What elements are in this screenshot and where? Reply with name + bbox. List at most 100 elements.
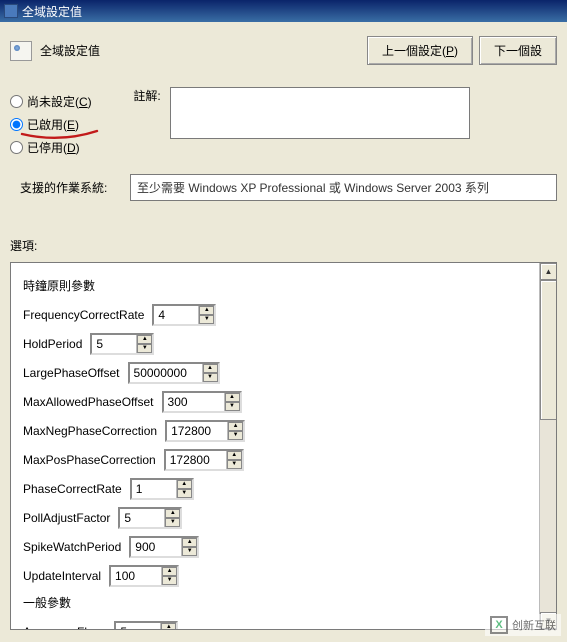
titlebar: 全域設定值: [0, 0, 567, 22]
spin-up-button[interactable]: ▲: [227, 451, 242, 460]
spinner-input[interactable]: [130, 364, 202, 382]
spinner-buttons: ▲▼: [224, 393, 240, 411]
spinner-maxnegphasecorrection: ▲▼: [165, 420, 245, 442]
param-row: PollAdjustFactor▲▼: [23, 507, 544, 529]
prev-setting-button[interactable]: 上一個設定(P): [367, 36, 473, 65]
spinner-buttons: ▲▼: [161, 567, 177, 585]
spinner-input[interactable]: [164, 393, 224, 411]
param-row: LargePhaseOffset▲▼: [23, 362, 544, 384]
spinner-buttons: ▲▼: [136, 335, 152, 353]
spinner-input[interactable]: [116, 623, 160, 629]
options-panel: 時鐘原則參數 FrequencyCorrectRate▲▼HoldPeriod▲…: [10, 262, 557, 630]
param-row: PhaseCorrectRate ▲▼: [23, 478, 544, 500]
next-setting-button[interactable]: 下一個設: [479, 36, 557, 65]
comment-textarea[interactable]: [170, 87, 470, 139]
param-label: PhaseCorrectRate: [23, 482, 122, 496]
spin-down-button[interactable]: ▼: [227, 460, 242, 469]
spin-up-button[interactable]: ▲: [199, 306, 214, 315]
spinner-input[interactable]: [132, 480, 176, 498]
spinner-polladjustfactor: ▲▼: [118, 507, 182, 529]
header-buttons: 上一個設定(P) 下一個設: [367, 36, 557, 65]
spinner-holdperiod: ▲▼: [90, 333, 154, 355]
param-row: FrequencyCorrectRate ▲▼: [23, 304, 544, 326]
radio-enabled-row: 已啟用(E): [10, 116, 120, 133]
spinner-updateinterval: ▲▼: [109, 565, 179, 587]
spinner-input[interactable]: [111, 567, 161, 585]
scroll-up-button[interactable]: ▲: [540, 263, 557, 280]
spinner-input[interactable]: [92, 335, 136, 353]
spin-up-button[interactable]: ▲: [165, 509, 180, 518]
spin-down-button[interactable]: ▼: [225, 402, 240, 411]
param-label: MaxPosPhaseCorrection: [23, 453, 156, 467]
spin-down-button[interactable]: ▼: [177, 489, 192, 498]
spin-up-button[interactable]: ▲: [228, 422, 243, 431]
radio-disabled-row: 已停用(D): [10, 139, 120, 156]
spinner-buttons: ▲▼: [160, 623, 176, 629]
prev-accel: P: [446, 44, 454, 58]
spin-down-button[interactable]: ▼: [199, 315, 214, 324]
settings-icon: [10, 41, 32, 61]
param-label: UpdateInterval: [23, 569, 101, 583]
spin-down-button[interactable]: ▼: [203, 373, 218, 382]
spinner-largephaseoffset: ▲▼: [128, 362, 220, 384]
spinner-buttons: ▲▼: [181, 538, 197, 556]
spinner-input[interactable]: [131, 538, 181, 556]
radio-disabled-label[interactable]: 已停用(D): [27, 139, 80, 156]
radio-not-configured-label[interactable]: 尚未設定(C): [27, 93, 92, 110]
param-label: SpikeWatchPeriod: [23, 540, 121, 554]
radio-enabled[interactable]: [10, 118, 23, 131]
comment-label: 註解:: [133, 89, 160, 103]
options-inner: 時鐘原則參數 FrequencyCorrectRate▲▼HoldPeriod▲…: [11, 263, 556, 629]
param-row: SpikeWatchPeriod ▲▼: [23, 536, 544, 558]
window-title: 全域設定值: [22, 3, 82, 20]
scrollbar[interactable]: ▲ ▼: [539, 263, 556, 629]
spin-up-button[interactable]: ▲: [177, 480, 192, 489]
app-icon: [4, 4, 18, 18]
spinner-input[interactable]: [166, 451, 226, 469]
prev-label-post: ): [454, 44, 458, 58]
spinner-input[interactable]: [154, 306, 198, 324]
spin-down-button[interactable]: ▼: [162, 576, 177, 585]
spinner-frequencycorrectrate: ▲▼: [152, 304, 216, 326]
param-row: MaxAllowedPhaseOffset▲▼: [23, 391, 544, 413]
radio-enabled-label[interactable]: 已啟用(E): [27, 116, 79, 133]
spin-up-button[interactable]: ▲: [203, 364, 218, 373]
spin-down-button[interactable]: ▼: [228, 431, 243, 440]
spinner-announceflags: ▲▼: [114, 621, 178, 629]
spinner-input[interactable]: [167, 422, 227, 440]
scroll-thumb[interactable]: [540, 280, 557, 420]
supported-row: 支援的作業系統: 至少需要 Windows XP Professional 或 …: [10, 174, 557, 201]
spinner-spikewatchperiod: ▲▼: [129, 536, 199, 558]
param-row: HoldPeriod ▲▼: [23, 333, 544, 355]
param-row: UpdateInterval ▲▼: [23, 565, 544, 587]
spin-up-button[interactable]: ▲: [182, 538, 197, 547]
radio-section: 尚未設定(C) 已啟用(E) 已停用(D) 註解:: [10, 87, 557, 162]
param-label: HoldPeriod: [23, 337, 82, 351]
spinner-phasecorrectrate: ▲▼: [130, 478, 194, 500]
params-list: FrequencyCorrectRate▲▼HoldPeriod▲▼LargeP…: [23, 304, 544, 587]
spinner-input[interactable]: [120, 509, 164, 527]
spin-up-button[interactable]: ▲: [162, 567, 177, 576]
params-list-2: AnnounceFlags ▲▼: [23, 621, 544, 629]
radio-not-configured[interactable]: [10, 95, 23, 108]
param-label: FrequencyCorrectRate: [23, 308, 144, 322]
header-section: 全域設定值 上一個設定(P) 下一個設: [10, 30, 557, 77]
spin-up-button[interactable]: ▲: [137, 335, 152, 344]
prev-label-pre: 上一個設定(: [382, 44, 446, 58]
section-general-params: 一般參數: [23, 594, 544, 611]
section-clock-params: 時鐘原則參數: [23, 277, 544, 294]
spinner-maxallowedphaseoffset: ▲▼: [162, 391, 242, 413]
watermark: X 创新互联: [485, 614, 561, 636]
spin-down-button[interactable]: ▼: [165, 518, 180, 527]
spinner-buttons: ▲▼: [176, 480, 192, 498]
spin-up-button[interactable]: ▲: [161, 623, 176, 629]
watermark-text: 创新互联: [512, 617, 556, 633]
radio-not-configured-row: 尚未設定(C): [10, 93, 120, 110]
options-label: 選項:: [10, 237, 557, 254]
param-label: AnnounceFlags: [23, 625, 106, 629]
spin-up-button[interactable]: ▲: [225, 393, 240, 402]
radio-disabled[interactable]: [10, 141, 23, 154]
spin-down-button[interactable]: ▼: [137, 344, 152, 353]
spin-down-button[interactable]: ▼: [182, 547, 197, 556]
comment-area: 註解:: [133, 87, 470, 142]
